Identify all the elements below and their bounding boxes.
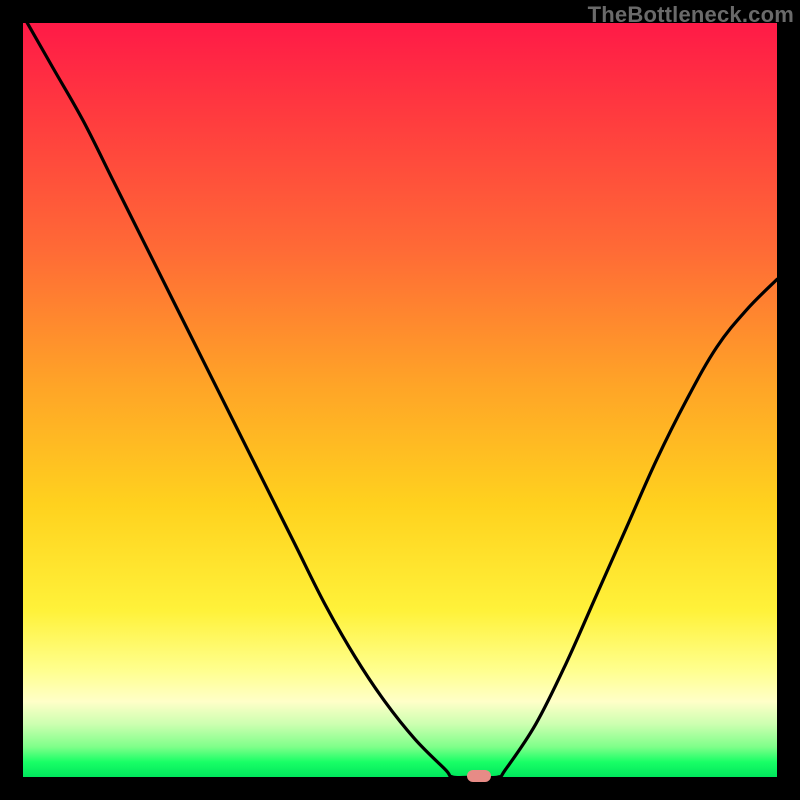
bottleneck-curve [23,23,777,777]
min-marker [467,770,491,782]
watermark-text: TheBottleneck.com [588,2,794,28]
chart-frame: TheBottleneck.com [0,0,800,800]
